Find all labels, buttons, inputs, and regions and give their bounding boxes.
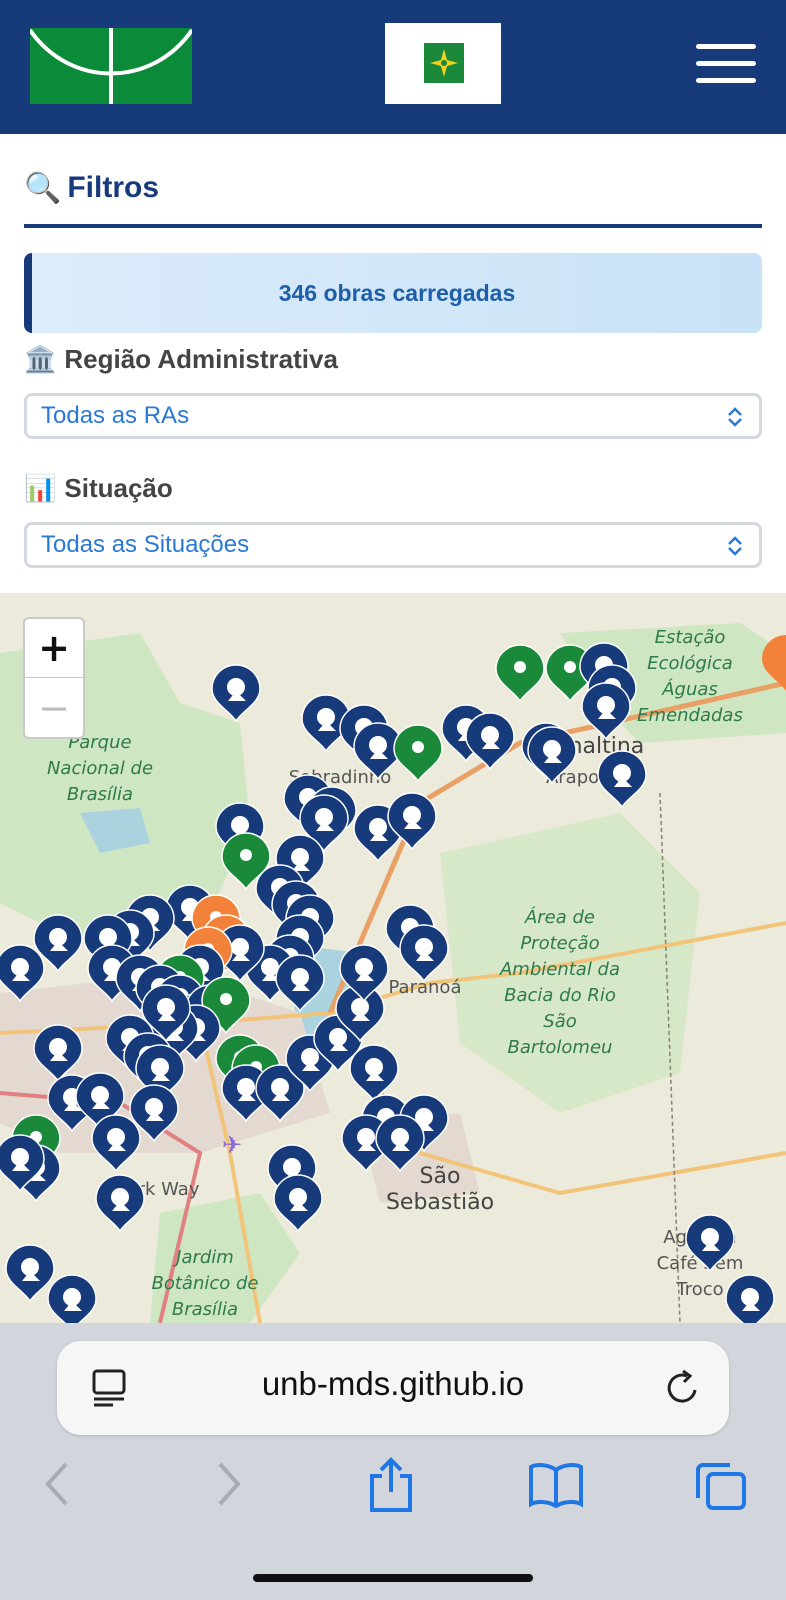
region-label: 🏛️ Região Administrativa bbox=[24, 343, 338, 374]
select-chevron-icon bbox=[728, 407, 742, 427]
work-marker[interactable] bbox=[5, 1244, 55, 1303]
bookmarks-icon[interactable] bbox=[528, 1462, 584, 1508]
work-marker[interactable] bbox=[349, 1044, 399, 1103]
url-text[interactable]: unb-mds.github.io bbox=[57, 1365, 729, 1403]
work-marker[interactable] bbox=[47, 1274, 97, 1323]
address-bar[interactable]: unb-mds.github.io bbox=[57, 1341, 729, 1435]
work-marker[interactable] bbox=[91, 1114, 141, 1173]
magnifier-icon: 🔍 bbox=[24, 170, 62, 206]
work-marker[interactable] bbox=[725, 1274, 775, 1323]
share-icon[interactable] bbox=[368, 1456, 414, 1512]
unb-logo[interactable] bbox=[30, 28, 192, 104]
work-marker[interactable] bbox=[393, 724, 443, 783]
airport-icon: ✈ bbox=[222, 1131, 242, 1159]
tabs-icon[interactable] bbox=[694, 1462, 748, 1512]
work-marker[interactable] bbox=[581, 682, 631, 741]
status-select[interactable]: Todas as Situações bbox=[24, 522, 762, 568]
work-marker[interactable] bbox=[465, 712, 515, 771]
status-label: 📊 Situação bbox=[24, 472, 173, 503]
work-marker[interactable] bbox=[273, 1174, 323, 1233]
building-icon: 🏛️ bbox=[24, 343, 57, 374]
forward-icon[interactable] bbox=[214, 1462, 244, 1506]
work-marker[interactable] bbox=[95, 1174, 145, 1233]
work-marker[interactable] bbox=[495, 644, 545, 703]
zoom-in-button[interactable]: + bbox=[25, 619, 83, 678]
zoom-out-button[interactable]: − bbox=[25, 679, 83, 737]
zoom-control: + − bbox=[23, 617, 85, 739]
works-count-banner: 346 obras carregadas bbox=[24, 253, 762, 333]
map-canvas[interactable]: Estação Ecológica Águas EmendadasParque Naci… bbox=[0, 593, 786, 1323]
reload-icon[interactable] bbox=[663, 1368, 701, 1408]
works-map[interactable]: Estação Ecológica Águas Emendadas Parque Naci… bbox=[0, 593, 786, 1323]
app-header bbox=[0, 0, 786, 134]
filters-title: 🔍 Filtros bbox=[24, 170, 160, 206]
home-indicator bbox=[253, 1574, 533, 1582]
filters-divider bbox=[24, 224, 762, 228]
select-chevron-icon bbox=[728, 536, 742, 556]
hamburger-menu-icon[interactable] bbox=[696, 44, 756, 84]
work-marker[interactable] bbox=[211, 664, 261, 723]
region-select-value: Todas as RAs bbox=[41, 402, 190, 429]
work-marker[interactable] bbox=[399, 924, 449, 983]
df-flag bbox=[385, 23, 501, 104]
works-count-text: 346 obras carregadas bbox=[278, 279, 516, 306]
status-select-value: Todas as Situações bbox=[41, 531, 250, 558]
bar-chart-icon: 📊 bbox=[24, 472, 57, 503]
work-marker[interactable] bbox=[597, 750, 647, 809]
back-icon[interactable] bbox=[42, 1462, 72, 1506]
region-select[interactable]: Todas as RAs bbox=[24, 393, 762, 439]
